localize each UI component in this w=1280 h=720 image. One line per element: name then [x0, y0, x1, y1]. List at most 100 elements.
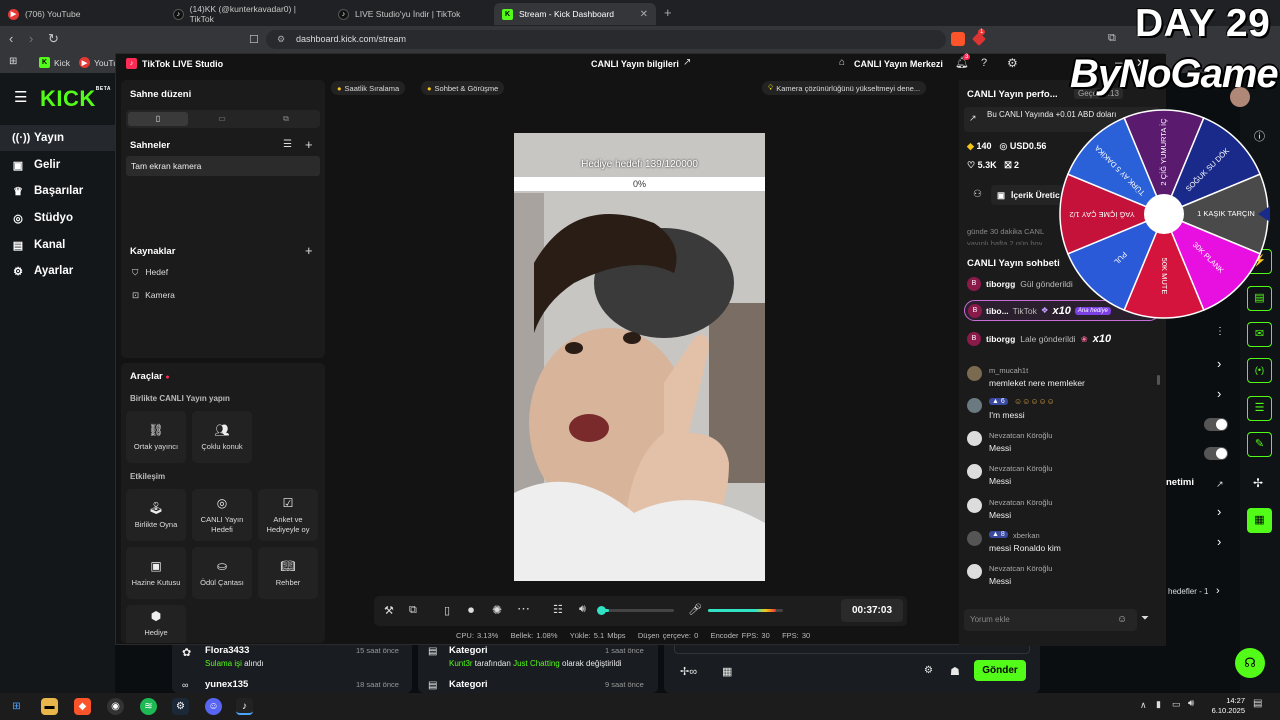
share-icon[interactable]: ↗	[683, 57, 691, 68]
reload-icon[interactable]: ↻	[48, 31, 59, 47]
bot-icon[interactable]: ☗	[950, 665, 960, 678]
magic-wand-icon[interactable]: ⚒	[384, 604, 394, 617]
file-explorer-icon[interactable]: ▬	[41, 698, 58, 715]
chevron-right-icon[interactable]: ›	[1217, 504, 1221, 519]
tool-treasure-box[interactable]: ▣ Hazine Kutusu	[126, 547, 186, 599]
clip-icon[interactable]: ▦	[1247, 508, 1272, 533]
clock[interactable]: 14:27 6.10.2025	[1203, 696, 1245, 716]
toggle-switch[interactable]	[1204, 447, 1228, 460]
store-icon[interactable]: ▦	[722, 665, 732, 678]
add-source-button[interactable]: +	[305, 243, 313, 258]
chevron-right-icon[interactable]: ›	[1217, 534, 1221, 549]
new-tab-button[interactable]: +	[664, 5, 672, 20]
bookmark-kick[interactable]: K Kick	[39, 57, 70, 68]
filter-icon[interactable]: ⏷	[1141, 613, 1149, 624]
windows-start-icon[interactable]: ⊞	[8, 698, 25, 715]
external-link-icon[interactable]: ↗	[1216, 479, 1224, 490]
discord-icon[interactable]: ☺	[205, 698, 222, 715]
tab-youtube[interactable]: ▶ (706) YouTube	[0, 3, 160, 25]
camera-hint-chip[interactable]: 💡︎ Kamera çözünürlüğünü yükseltmeyi dene.…	[762, 81, 927, 95]
tool-poll[interactable]: ☑ Anket ve Hediyeyle oy	[258, 489, 318, 541]
video-preview[interactable]: Hediye hedefi 139/120000 0%	[514, 133, 765, 581]
help-icon[interactable]: ?	[981, 57, 987, 69]
close-icon[interactable]: ✕	[640, 9, 648, 20]
kick-nav-ayarlar[interactable]: ⚙ Ayarlar	[0, 258, 115, 284]
mixer-icon[interactable]: ☷	[553, 603, 563, 616]
portrait-layout-button[interactable]: ▯	[128, 112, 188, 126]
tool-guide[interactable]: 📖︎ Rehber	[258, 547, 318, 599]
gear-icon[interactable]: ⚙	[1007, 56, 1018, 70]
comment-input[interactable]: Yorum ekle	[964, 609, 1137, 631]
usb-icon[interactable]: ▮	[1156, 699, 1161, 710]
live-info-title[interactable]: CANLI Yayın bilgileri	[591, 59, 679, 69]
tab-kick-dashboard[interactable]: K Stream - Kick Dashboard ✕	[494, 3, 656, 25]
bookmark-youtube[interactable]: ▶ YouTu	[79, 57, 118, 68]
chevron-right-icon[interactable]: ›	[1217, 386, 1221, 401]
kick-nav-studyo[interactable]: ◎ Stüdyo	[0, 205, 115, 231]
chat-call-chip[interactable]: ● Sohbet & Görüşme	[421, 81, 505, 95]
back-icon[interactable]: ‹	[9, 31, 13, 46]
tiktok-live-studio-taskbar-icon[interactable]: ♪	[236, 698, 253, 715]
brave-browser-icon[interactable]: ◆	[74, 698, 91, 715]
mic-volume-meter[interactable]	[708, 609, 783, 612]
list-icon[interactable]: ☰	[283, 139, 292, 150]
profile-avatar[interactable]	[1230, 87, 1250, 107]
more-vertical-icon[interactable]: ⋮	[1215, 326, 1225, 337]
emoji-icon[interactable]: ☺	[1117, 614, 1127, 625]
menu-icon[interactable]: ☰	[14, 88, 27, 106]
landscape-layout-button[interactable]: ▭	[192, 112, 252, 126]
layers-icon[interactable]: ☰	[1247, 396, 1272, 421]
tool-live-goal[interactable]: ◎ CANLI Yayın Hedefi	[192, 489, 252, 541]
emote-icon[interactable]: ✢∞	[680, 665, 697, 678]
home-icon[interactable]: ⌂	[839, 57, 845, 68]
broadcast-icon[interactable]: (•)	[1247, 358, 1272, 383]
stack-layout-button[interactable]: ⧉	[256, 112, 316, 126]
speaker-volume-slider[interactable]	[597, 606, 674, 615]
record-icon[interactable]: ⏺	[468, 603, 474, 618]
scene-item[interactable]: Tam ekran kamera	[126, 156, 320, 176]
network-icon[interactable]: ▭	[1172, 699, 1181, 710]
github-desktop-icon[interactable]: ◉	[107, 698, 124, 715]
toggle-switch[interactable]	[1204, 418, 1228, 431]
steam-icon[interactable]: ⚙	[172, 698, 189, 715]
hourly-ranking-chip[interactable]: ● Saatlik Sıralama	[331, 81, 406, 95]
chat-bubble-icon[interactable]: ✉	[1247, 322, 1272, 347]
speaker-icon[interactable]: 🔊︎	[579, 603, 586, 616]
kick-nav-gelir[interactable]: ▣ Gelir	[0, 152, 115, 178]
add-scene-button[interactable]: +	[305, 137, 313, 152]
screen-share-icon[interactable]: ⧉	[409, 604, 417, 617]
chat-settings-icon[interactable]: ⚙	[924, 665, 933, 676]
url-input[interactable]: ⚙ dashboard.kick.com/stream	[266, 30, 946, 49]
chevron-right-icon[interactable]: ›	[1216, 585, 1220, 597]
live-center-link[interactable]: CANLI Yayın Merkezi	[854, 59, 943, 69]
brave-shield-icon[interactable]	[951, 32, 965, 46]
volume-icon[interactable]: 🔊︎	[1188, 698, 1194, 709]
tool-co-host[interactable]: ⛓ Ortak yayıncı	[126, 411, 186, 463]
phone-icon[interactable]: ▯	[444, 604, 450, 617]
tab-tiktok-profile[interactable]: ♪ (14)KK (@kunterkavadar0) | TikTok	[165, 3, 325, 25]
more-icon[interactable]: ⋯	[517, 601, 530, 617]
show-hidden-icons[interactable]: ∧	[1140, 700, 1147, 711]
support-chat-button[interactable]: ☊	[1235, 648, 1265, 678]
kick-nav-kanal[interactable]: ▤ Kanal	[0, 232, 115, 258]
tool-gift[interactable]: ⬢ Hediye	[126, 605, 186, 643]
spotify-icon[interactable]: ≋	[140, 698, 157, 715]
chevron-right-icon[interactable]: ›	[1217, 356, 1221, 371]
chat-scrollbar[interactable]	[1157, 375, 1160, 385]
bookmark-icon[interactable]: ☐	[249, 33, 259, 46]
tab-tiktok-studio[interactable]: ♪ LIVE Studio'yu İndir | TikTok	[330, 3, 490, 25]
forward-icon[interactable]: ›	[29, 31, 33, 46]
apps-grid-icon[interactable]: ⊞	[9, 56, 17, 67]
kick-nav-yayin[interactable]: ((·)) Yayın	[0, 125, 115, 151]
effects-icon[interactable]: ✺	[492, 603, 502, 617]
kick-nav-basarilar[interactable]: ♛ Başarılar	[0, 178, 115, 204]
microphone-icon[interactable]: 🎤︎	[688, 603, 702, 616]
source-item-hedef[interactable]: ⛉ Hedef	[132, 267, 168, 278]
wrench-icon[interactable]: ✎	[1247, 432, 1272, 457]
notification-center-icon[interactable]: ▤	[1253, 698, 1262, 709]
share-icon[interactable]: ✢	[1253, 476, 1263, 490]
tool-play-together[interactable]: 🕹︎ Birlikte Oyna	[126, 489, 186, 541]
source-item-kamera[interactable]: ⊡ Kamera	[132, 290, 175, 301]
extensions-icon[interactable]: ⧉	[1108, 32, 1116, 45]
tool-reward-bag[interactable]: ⛀ Ödül Çantası	[192, 547, 252, 599]
